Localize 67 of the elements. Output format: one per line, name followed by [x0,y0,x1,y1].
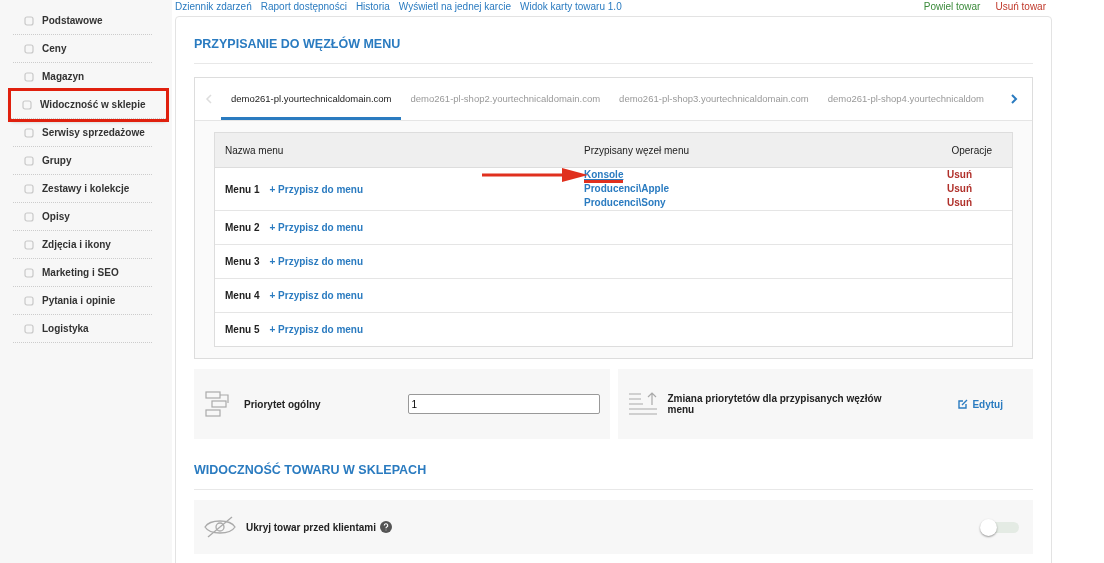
column-header: Operacje [950,144,993,156]
top-link[interactable]: Dziennik zdarzeń [175,1,252,13]
help-icon[interactable] [380,521,393,533]
menu-item-icon [22,99,32,110]
shop-tab[interactable]: demo261-pl.yourtechnicaldomain.com [221,78,401,120]
priority-change-label: Zmiana priorytetów dla przypisanych węzłów menu [667,393,883,415]
assign-link[interactable]: + Przypisz do menu [269,183,364,195]
edit-icon [958,399,969,409]
sidebar-item[interactable]: Pytania i opinie [13,287,152,315]
sidebar-item[interactable]: Zdjęcia i ikony [13,231,152,259]
menu-name: Menu 1 [225,183,260,195]
toggle-switch[interactable] [983,521,1019,533]
menu-name: Menu 3 [225,256,260,267]
sidebar-item[interactable]: Zestawy i kolekcje [13,175,152,203]
priority-input[interactable]: 1 [407,394,600,414]
action-link[interactable]: Powiel towar [923,1,981,13]
assign-link[interactable]: + Przypisz do menu [269,222,364,233]
menu-name: Menu 5 [225,324,260,335]
assign-link[interactable]: + Przypisz do menu [269,256,364,267]
sidebar-item[interactable]: Opisy [13,203,152,231]
shop-tab[interactable]: demo261-pl-shop2.yourtechnicaldomain.com [400,78,610,120]
shop-tab[interactable]: demo261-pl-shop3.yourtechnicaldomain.com [609,78,818,120]
menu-item-icon [24,71,34,82]
hidden-eye-icon [204,516,236,538]
sidebar-item[interactable]: Serwisy sprzedażowe [13,119,152,147]
menu-name: Menu 2 [225,222,260,233]
menu-item-icon [24,127,34,138]
sort-list-icon [627,390,658,418]
assign-link[interactable]: + Przypisz do menu [269,324,364,335]
sidebar-item[interactable]: Widoczność w sklepie [11,91,166,119]
sidebar-item[interactable]: Grupy [13,147,152,175]
menu-item-icon [24,43,34,54]
remove-link[interactable]: Usuń [947,196,972,210]
menu-node-link[interactable]: Producenci\Sony [584,197,666,208]
menu-item-icon [24,323,34,334]
menu-node-link[interactable]: Producenci\Apple [584,183,669,194]
chevron-right-icon[interactable] [1010,94,1018,104]
sidebar-item[interactable]: Ceny [13,35,152,63]
hide-product-label: Ukryj towar przed klientami [246,521,377,533]
top-link[interactable]: Wyświetl na jednej karcie [398,1,511,13]
menu-item-icon [24,239,34,250]
remove-link[interactable]: Usuń [947,182,972,196]
menu-item-icon [24,211,34,222]
priority-label: Priorytet ogólny [244,398,321,410]
sidebar-item[interactable]: Podstawowe [13,7,152,35]
column-header: Przypisany węzeł menu [584,144,691,156]
column-header: Nazwa menu [225,144,285,156]
menu-item-icon [24,15,34,26]
menu-item-icon [24,183,34,194]
menu-item-icon [24,267,34,278]
menu-item-icon [24,155,34,166]
menu-item-icon [24,295,34,306]
menu-node-link[interactable]: Konsole [584,169,624,183]
menu-name: Menu 4 [225,290,260,301]
section-title: WIDOCZNOŚĆ TOWARU W SKLEPACH [194,453,1033,490]
edit-link[interactable]: Edytuj [958,398,1003,410]
sidebar-item[interactable]: Marketing i SEO [13,259,152,287]
shop-tab[interactable]: demo261-pl-shop4.yourtechnicaldom [817,78,993,120]
remove-link[interactable]: Usuń [947,168,972,182]
action-link[interactable]: Usuń towar [995,1,1046,13]
top-link[interactable]: Widok karty towaru 1.0 [520,1,622,13]
sidebar-item[interactable]: Logistyka [13,315,152,343]
top-link[interactable]: Raport dostępności [260,1,347,13]
top-link[interactable]: Historia [355,1,390,13]
assign-link[interactable]: + Przypisz do menu [269,290,364,301]
section-title: PRZYPISANIE DO WĘZŁÓW MENU [194,17,1033,64]
sidebar-item[interactable]: Magazyn [13,63,152,91]
